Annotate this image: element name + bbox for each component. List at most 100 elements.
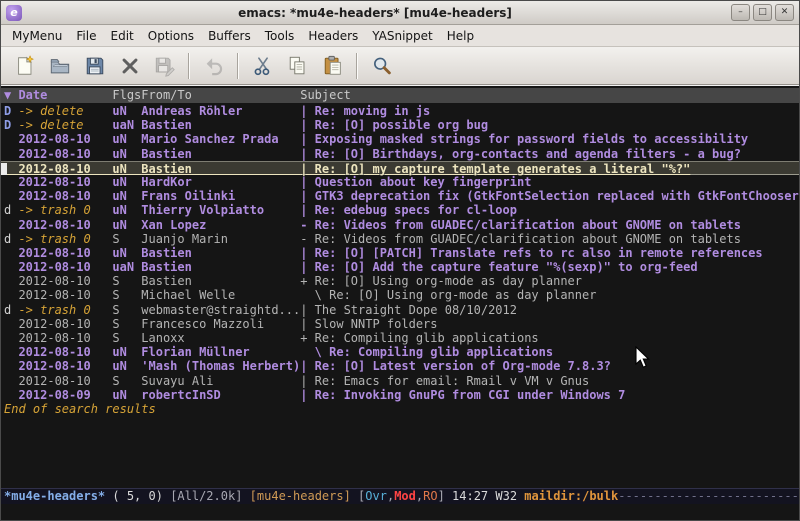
menu-item-tools[interactable]: Tools bbox=[258, 27, 302, 45]
message-row[interactable]: 2012-08-09 uN robertcInSD | Re: Invoking… bbox=[4, 388, 799, 402]
toolbar-separator bbox=[237, 53, 239, 79]
from-cell: Florian Müllner bbox=[141, 345, 300, 359]
flags-cell: S bbox=[112, 317, 141, 331]
mark-char bbox=[4, 260, 18, 274]
message-row[interactable]: 2012-08-10 uN 'Mash (Thomas Herbert)| Re… bbox=[4, 359, 799, 373]
message-row[interactable]: d -> trash 0 uN Thierry Volpiatto | Re: … bbox=[4, 203, 799, 217]
emacs-frame: ▼ Date FlgsFrom/To Subject D -> delete u… bbox=[1, 85, 799, 520]
mark-char: D bbox=[4, 104, 18, 118]
isearch-button[interactable] bbox=[364, 51, 399, 81]
menu-item-edit[interactable]: Edit bbox=[104, 27, 141, 45]
paste-button[interactable] bbox=[315, 51, 350, 81]
menu-item-file[interactable]: File bbox=[69, 27, 103, 45]
from-cell: Frans Oilinki bbox=[141, 189, 300, 203]
from-cell: Thierry Volpiatto bbox=[141, 203, 300, 217]
message-row[interactable]: 2012-08-10 S Michael Welle \ Re: [O] Usi… bbox=[4, 288, 799, 302]
message-row[interactable]: D -> delete uN Andreas Röhler | Re: movi… bbox=[4, 104, 799, 118]
mark-char bbox=[4, 317, 18, 331]
from-cell: robertcInSD bbox=[141, 388, 300, 402]
message-list: D -> delete uN Andreas Röhler | Re: movi… bbox=[4, 104, 799, 402]
message-row[interactable]: d -> trash 0 S webmaster@straightd...| T… bbox=[4, 303, 799, 317]
copy-button[interactable] bbox=[280, 51, 315, 81]
flags-cell: uN bbox=[112, 203, 141, 217]
message-row[interactable]: 2012-08-10 uN Florian Müllner \ Re: Comp… bbox=[4, 345, 799, 359]
modeline-dim: [All/2.0k] bbox=[170, 489, 249, 503]
open-file-button[interactable] bbox=[42, 51, 77, 81]
menu-item-headers[interactable]: Headers bbox=[301, 27, 365, 45]
flags-cell: uN bbox=[112, 388, 141, 402]
cut-button[interactable] bbox=[245, 51, 280, 81]
copy-icon bbox=[287, 55, 309, 77]
mark-char bbox=[4, 288, 18, 302]
message-row[interactable]: 2012-08-10 uN Bastien | Re: [O] [PATCH] … bbox=[4, 246, 799, 260]
mark-target: -> delete bbox=[18, 118, 112, 132]
minimize-button[interactable]: – bbox=[731, 4, 750, 21]
mode-line: *mu4e-headers* ( 5, 0) [All/2.0k] [mu4e-… bbox=[1, 488, 799, 504]
subject-cell: | Re: Invoking GnuPG from CGI under Wind… bbox=[300, 388, 625, 402]
date-cell: 2012-08-10 bbox=[18, 317, 112, 331]
from-cell: Juanjo Marin bbox=[141, 232, 300, 246]
mark-char: d bbox=[4, 203, 18, 217]
subject-cell: | Re: moving in js bbox=[300, 104, 430, 118]
message-row[interactable]: 2012-08-10 uN Bastien | Re: [O] Birthday… bbox=[4, 147, 799, 161]
modeline-dim: ] bbox=[438, 489, 452, 503]
emacs-window: e emacs: *mu4e-headers* [mu4e-headers] –… bbox=[0, 0, 800, 521]
mark-char bbox=[4, 132, 18, 146]
from-cell: Francesco Mazzoli bbox=[141, 317, 300, 331]
date-cell: 2012-08-09 bbox=[18, 388, 112, 402]
close-buffer-icon bbox=[119, 55, 141, 77]
flags-cell: uN bbox=[112, 345, 141, 359]
message-row[interactable]: 2012-08-10 uN Xan Lopez - Re: Videos fro… bbox=[4, 218, 799, 232]
message-row[interactable]: 2012-08-10 uN Bastien | Re: [O] my captu… bbox=[1, 161, 799, 175]
flags-cell: S bbox=[112, 288, 141, 302]
message-row[interactable]: 2012-08-10 uN Frans Oilinki | GTK3 depre… bbox=[4, 189, 799, 203]
mark-char bbox=[4, 374, 18, 388]
close-button[interactable]: ✕ bbox=[775, 4, 794, 21]
message-row[interactable]: D -> delete uaN Bastien | Re: [O] possib… bbox=[4, 118, 799, 132]
maximize-button[interactable]: □ bbox=[753, 4, 772, 21]
date-cell: 2012-08-10 bbox=[18, 162, 112, 176]
message-row[interactable]: 2012-08-10 S Francesco Mazzoli | Slow NN… bbox=[4, 317, 799, 331]
flags-cell: uN bbox=[112, 359, 141, 373]
undo-icon bbox=[203, 55, 225, 77]
message-row[interactable]: 2012-08-10 S Suvayu Ali | Re: Emacs for … bbox=[4, 374, 799, 388]
message-row[interactable]: 2012-08-10 S Lanoxx + Re: Compiling glib… bbox=[4, 331, 799, 345]
flags-cell: uN bbox=[112, 132, 141, 146]
subject-cell: - Re: Videos from GUADEC/clarification a… bbox=[300, 218, 741, 232]
emacs-icon[interactable]: e bbox=[6, 5, 22, 21]
header-col-subject[interactable]: Subject bbox=[300, 88, 351, 102]
mark-target: -> trash 0 bbox=[18, 303, 112, 317]
message-row[interactable]: 2012-08-10 uaN Bastien | Re: [O] Add the… bbox=[4, 260, 799, 274]
flags-cell: uaN bbox=[112, 260, 141, 274]
flags-cell: S bbox=[112, 303, 141, 317]
from-cell: Suvayu Ali bbox=[141, 374, 300, 388]
header-col-flags[interactable]: Flgs bbox=[112, 88, 141, 102]
mark-char: d bbox=[4, 303, 18, 317]
toolbar-separator bbox=[356, 53, 358, 79]
subject-cell: | Re: Emacs for email: Rmail v VM v Gnus bbox=[300, 374, 589, 388]
new-file-button[interactable] bbox=[7, 51, 42, 81]
subject-cell: | Re: [O] my capture template generates … bbox=[300, 162, 690, 176]
message-row[interactable]: 2012-08-10 uN HardKor | Question about k… bbox=[4, 175, 799, 189]
menu-item-help[interactable]: Help bbox=[440, 27, 481, 45]
date-cell: 2012-08-10 bbox=[18, 331, 112, 345]
message-row[interactable]: 2012-08-10 S Bastien + Re: [O] Using org… bbox=[4, 274, 799, 288]
buffer-area[interactable]: D -> delete uN Andreas Röhler | Re: movi… bbox=[1, 103, 799, 488]
menu-item-yasnippet[interactable]: YASnippet bbox=[365, 27, 440, 45]
kill-buffer-button[interactable] bbox=[112, 51, 147, 81]
header-col-date[interactable]: ▼ Date bbox=[4, 88, 112, 102]
menu-item-options[interactable]: Options bbox=[141, 27, 201, 45]
menu-item-mymenu[interactable]: MyMenu bbox=[5, 27, 69, 45]
from-cell: Bastien bbox=[141, 147, 300, 161]
toolbar-separator bbox=[188, 53, 190, 79]
window-title: emacs: *mu4e-headers* [mu4e-headers] bbox=[22, 6, 728, 20]
header-col-from[interactable]: From/To bbox=[141, 88, 300, 102]
save-buffer-button[interactable] bbox=[77, 51, 112, 81]
message-row[interactable]: 2012-08-10 uN Mario Sanchez Prada | Expo… bbox=[4, 132, 799, 146]
title-bar[interactable]: e emacs: *mu4e-headers* [mu4e-headers] –… bbox=[1, 1, 799, 25]
date-cell: 2012-08-10 bbox=[18, 288, 112, 302]
menu-item-buffers[interactable]: Buffers bbox=[201, 27, 258, 45]
flags-cell: uN bbox=[112, 218, 141, 232]
new-file-icon bbox=[14, 55, 36, 77]
message-row[interactable]: d -> trash 0 S Juanjo Marin - Re: Videos… bbox=[4, 232, 799, 246]
